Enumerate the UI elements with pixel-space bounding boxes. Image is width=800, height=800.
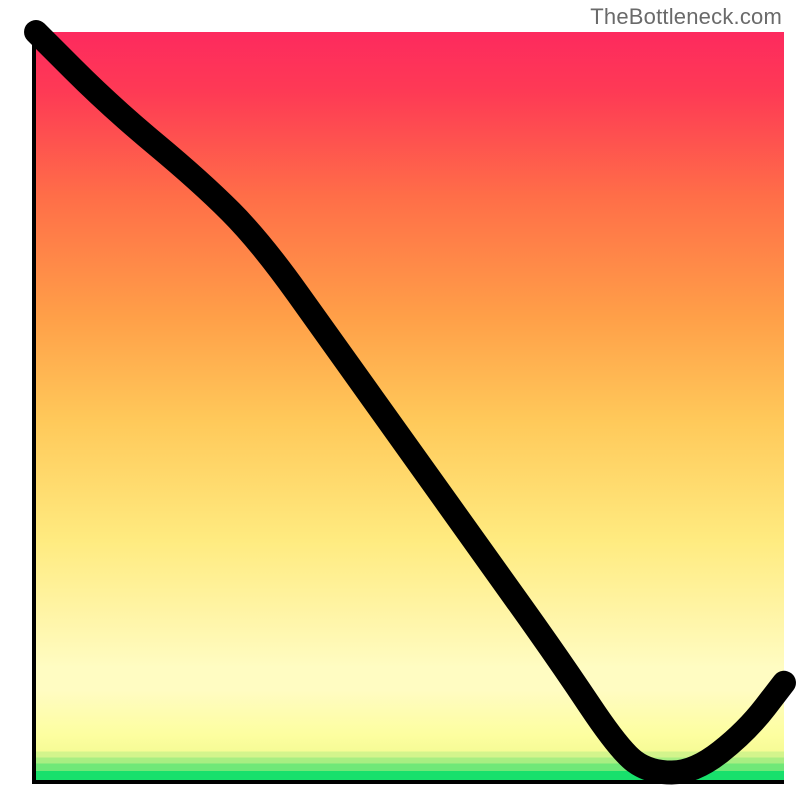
bottleneck-curve-path [36, 32, 784, 773]
chart-svg [36, 32, 784, 780]
chart-area [32, 32, 784, 784]
watermark-text: TheBottleneck.com [590, 4, 782, 30]
